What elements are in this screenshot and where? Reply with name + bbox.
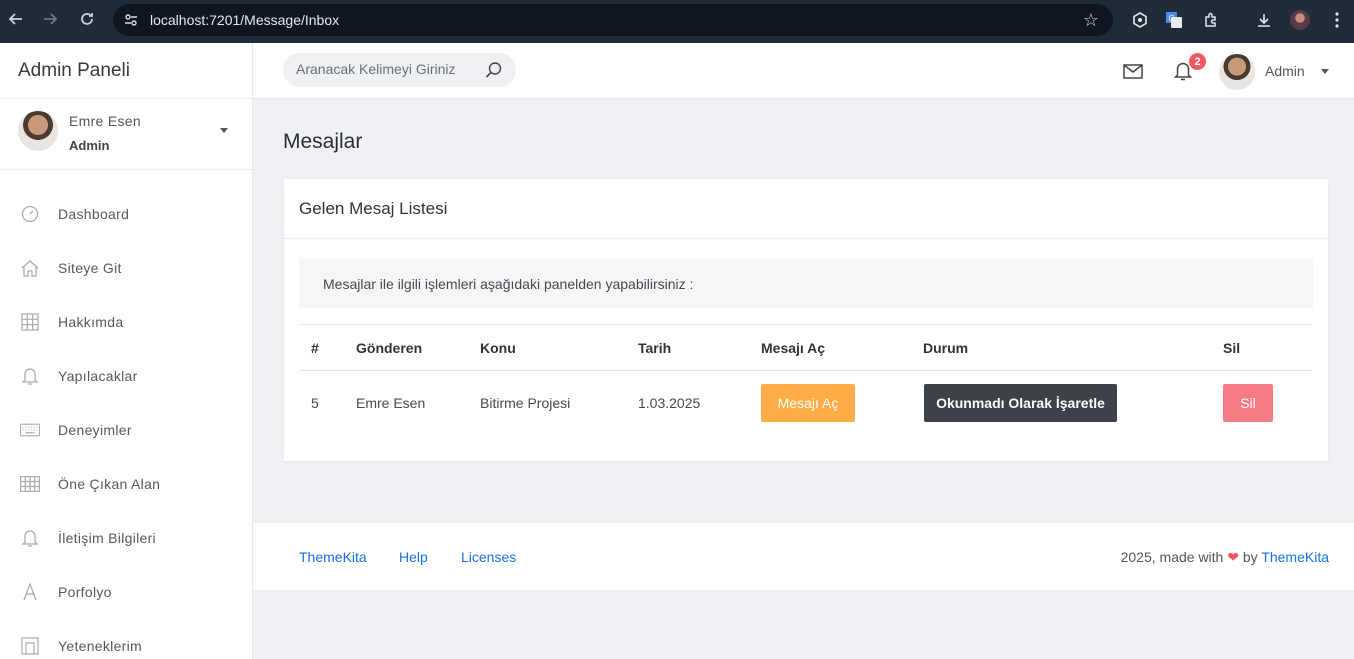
sidebar-user-name: Emre Esen <box>69 113 141 129</box>
search-input[interactable] <box>296 61 476 77</box>
column-header: Mesajı Aç <box>761 340 826 356</box>
reload-icon[interactable] <box>75 7 99 31</box>
footer: ThemeKita Help Licenses 2025, made with … <box>253 523 1354 590</box>
download-icon[interactable] <box>1253 9 1275 31</box>
copyright-text: 2025, made with <box>1120 549 1224 565</box>
column-header: Gönderen <box>356 340 423 356</box>
sidebar-item-hakkimda[interactable]: Hakkımda <box>0 295 252 349</box>
topbar-user-label[interactable]: Admin <box>1265 63 1305 79</box>
footer-copyright: 2025, made with ❤ by ThemeKita <box>1121 549 1329 566</box>
extensions-puzzle-icon[interactable] <box>1200 9 1222 31</box>
bookmark-star-icon[interactable]: ☆ <box>1083 10 1099 31</box>
bell-icon <box>20 528 40 548</box>
notification-badge: 2 <box>1189 53 1206 70</box>
svg-text:G: G <box>1169 14 1175 23</box>
extension-shield-icon[interactable] <box>1129 9 1151 31</box>
sidebar-item-deneyimler[interactable]: Deneyimler <box>0 403 252 457</box>
info-text: Mesajlar ile ilgili işlemleri aşağıdaki … <box>299 259 1313 308</box>
forward-icon[interactable] <box>38 7 62 31</box>
sidebar-menu: Dashboard Siteye Git Hakkımda Yapılacakl… <box>0 187 252 659</box>
message-date: 1.03.2025 <box>638 395 701 411</box>
sidebar-item-yeteneklerim[interactable]: Yeteneklerim <box>0 619 252 659</box>
bell-icon <box>20 366 40 386</box>
sidebar-item-iletisim-bilgileri[interactable]: İletişim Bilgileri <box>0 511 252 565</box>
grid-icon <box>20 474 40 494</box>
column-header: Sil <box>1223 340 1241 356</box>
profile-avatar-icon[interactable] <box>1289 9 1311 31</box>
sidebar: Admin Paneli Emre Esen Admin Dashboard S… <box>0 43 253 659</box>
column-header: Durum <box>923 340 969 356</box>
delete-message-button[interactable]: Sil <box>1223 384 1273 422</box>
card-title: Gelen Mesaj Listesi <box>284 179 1328 239</box>
heart-icon: ❤ <box>1227 549 1239 565</box>
mark-unread-button[interactable]: Okunmadı Olarak İşaretle <box>924 384 1117 422</box>
mail-icon[interactable] <box>1123 64 1143 84</box>
translate-icon[interactable]: G <box>1163 9 1185 31</box>
column-header: # <box>311 340 319 356</box>
footer-link-themekita[interactable]: ThemeKita <box>299 549 367 565</box>
letter-a-icon <box>20 582 40 602</box>
home-icon <box>20 258 40 278</box>
sidebar-item-label: Deneyimler <box>58 422 132 438</box>
sidebar-item-label: Öne Çıkan Alan <box>58 476 161 492</box>
sidebar-item-label: Porfolyo <box>58 584 112 600</box>
open-message-button[interactable]: Mesajı Aç <box>761 384 855 422</box>
url-text[interactable]: localhost:7201/Message/Inbox <box>150 12 339 28</box>
search-box <box>283 53 516 87</box>
speedometer-icon <box>20 204 40 224</box>
message-sender: Emre Esen <box>356 395 426 411</box>
footer-link-help[interactable]: Help <box>399 549 428 565</box>
sidebar-item-label: İletişim Bilgileri <box>58 530 156 546</box>
messages-table: # Gönderen Konu Tarih Mesajı Aç Durum Si… <box>299 324 1313 435</box>
message-subject: Bitirme Projesi <box>480 395 571 411</box>
table-row: 5 Emre Esen Bitirme Projesi 1.03.2025 Me… <box>299 371 1313 435</box>
sidebar-user[interactable]: Emre Esen Admin <box>0 99 252 170</box>
sidebar-item-label: Siteye Git <box>58 260 122 276</box>
message-id: 5 <box>311 395 319 411</box>
address-bar[interactable]: localhost:7201/Message/Inbox ☆ <box>113 4 1113 36</box>
search-icon[interactable] <box>485 61 503 84</box>
chevron-down-icon[interactable] <box>1321 69 1329 74</box>
avatar <box>18 111 58 151</box>
sidebar-item-label: Yapılacaklar <box>58 368 138 384</box>
sidebar-item-yapilacaklar[interactable]: Yapılacaklar <box>0 349 252 403</box>
sidebar-item-siteye-git[interactable]: Siteye Git <box>0 241 252 295</box>
page-title: Mesajlar <box>283 130 363 153</box>
sidebar-item-porfolyo[interactable]: Porfolyo <box>0 565 252 619</box>
column-header: Tarih <box>638 340 672 356</box>
back-icon[interactable] <box>4 7 28 31</box>
sidebar-user-role: Admin <box>69 138 110 153</box>
column-header: Konu <box>480 340 516 356</box>
message-list-card: Gelen Mesaj Listesi Mesajlar ile ilgili … <box>284 179 1328 461</box>
sidebar-item-label: Yeteneklerim <box>58 638 143 654</box>
sidebar-item-dashboard[interactable]: Dashboard <box>0 187 252 241</box>
footer-link-licenses[interactable]: Licenses <box>461 549 516 565</box>
topbar: 2 Admin <box>253 43 1354 99</box>
chevron-down-icon[interactable] <box>220 128 228 133</box>
table-header: # Gönderen Konu Tarih Mesajı Aç Durum Si… <box>299 324 1313 371</box>
sidebar-item-label: Hakkımda <box>58 314 124 330</box>
grid-icon <box>20 312 40 332</box>
site-settings-icon[interactable] <box>123 12 139 33</box>
browser-toolbar: localhost:7201/Message/Inbox ☆ G <box>0 0 1354 43</box>
sidebar-item-label: Dashboard <box>58 206 130 222</box>
footer-brand-link[interactable]: ThemeKita <box>1261 549 1329 565</box>
browser-menu-icon[interactable] <box>1326 9 1348 31</box>
brand-title[interactable]: Admin Paneli <box>0 43 252 99</box>
keyboard-icon <box>20 420 40 440</box>
copyright-by: by <box>1242 549 1258 565</box>
avatar[interactable] <box>1219 54 1255 90</box>
sidebar-item-one-cikan-alan[interactable]: Öne Çıkan Alan <box>0 457 252 511</box>
building-icon <box>20 636 40 656</box>
